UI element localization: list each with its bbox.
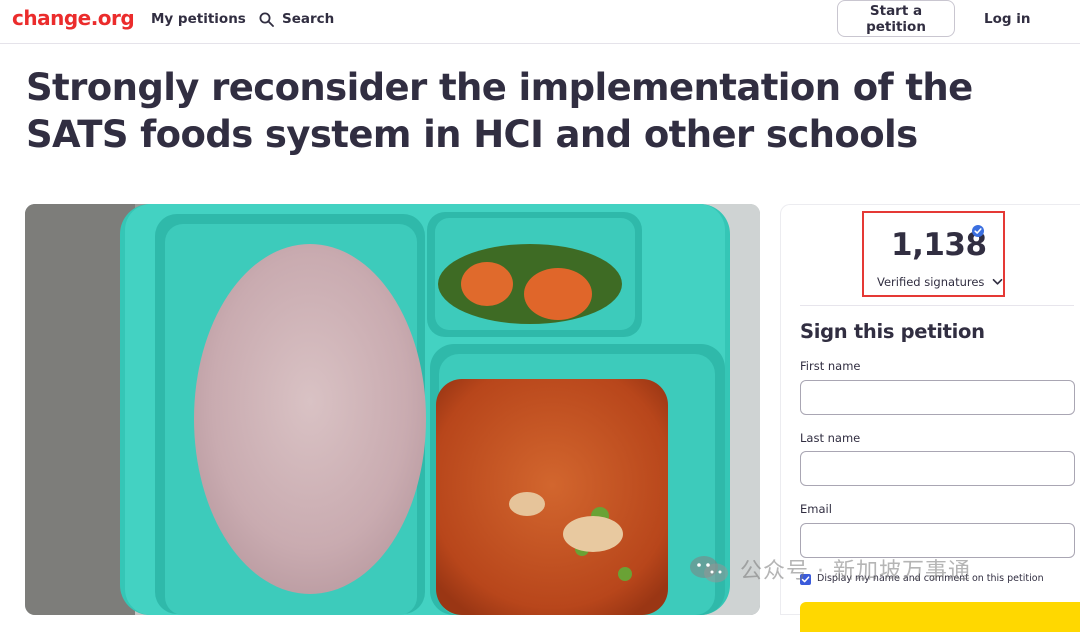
change-org-logo[interactable]: change.org: [12, 4, 135, 32]
nav-login-link[interactable]: Log in: [984, 10, 1030, 28]
consent-checkbox[interactable]: [800, 573, 811, 585]
email-field[interactable]: [800, 523, 1075, 558]
nav-search-link[interactable]: Search: [259, 10, 334, 28]
petition-photo: [25, 204, 760, 615]
checkmark-icon: [801, 575, 810, 582]
search-icon: [259, 12, 274, 27]
first-name-field[interactable]: [800, 380, 1075, 415]
school-meal-tray-image: [25, 204, 760, 615]
display-name-consent[interactable]: Display my name and comment on this peti…: [800, 572, 1044, 586]
last-name-field[interactable]: [800, 451, 1075, 486]
verified-signatures-label: Verified signatures: [877, 275, 985, 289]
sign-petition-button[interactable]: [800, 602, 1080, 632]
chevron-down-icon: [993, 278, 1003, 285]
verified-signatures-toggle[interactable]: Verified signatures: [877, 274, 1003, 290]
verified-badge-icon: [972, 225, 984, 237]
petition-title: Strongly reconsider the implementation o…: [26, 66, 973, 156]
nav-search-label: Search: [282, 11, 335, 27]
nav-my-petitions-link[interactable]: My petitions: [151, 10, 246, 28]
sign-panel: 1,138 Verified signatures Sign this peti…: [780, 204, 1080, 632]
first-name-label: First name: [800, 359, 861, 373]
sign-petition-heading: Sign this petition: [800, 320, 985, 343]
panel-divider: [800, 305, 1074, 306]
last-name-label: Last name: [800, 431, 861, 445]
email-label: Email: [800, 502, 832, 516]
consent-label: Display my name and comment on this peti…: [817, 573, 1044, 584]
start-petition-button[interactable]: Start a petition: [837, 0, 955, 37]
top-nav: change.org My petitions Search Start a p…: [0, 0, 1080, 44]
